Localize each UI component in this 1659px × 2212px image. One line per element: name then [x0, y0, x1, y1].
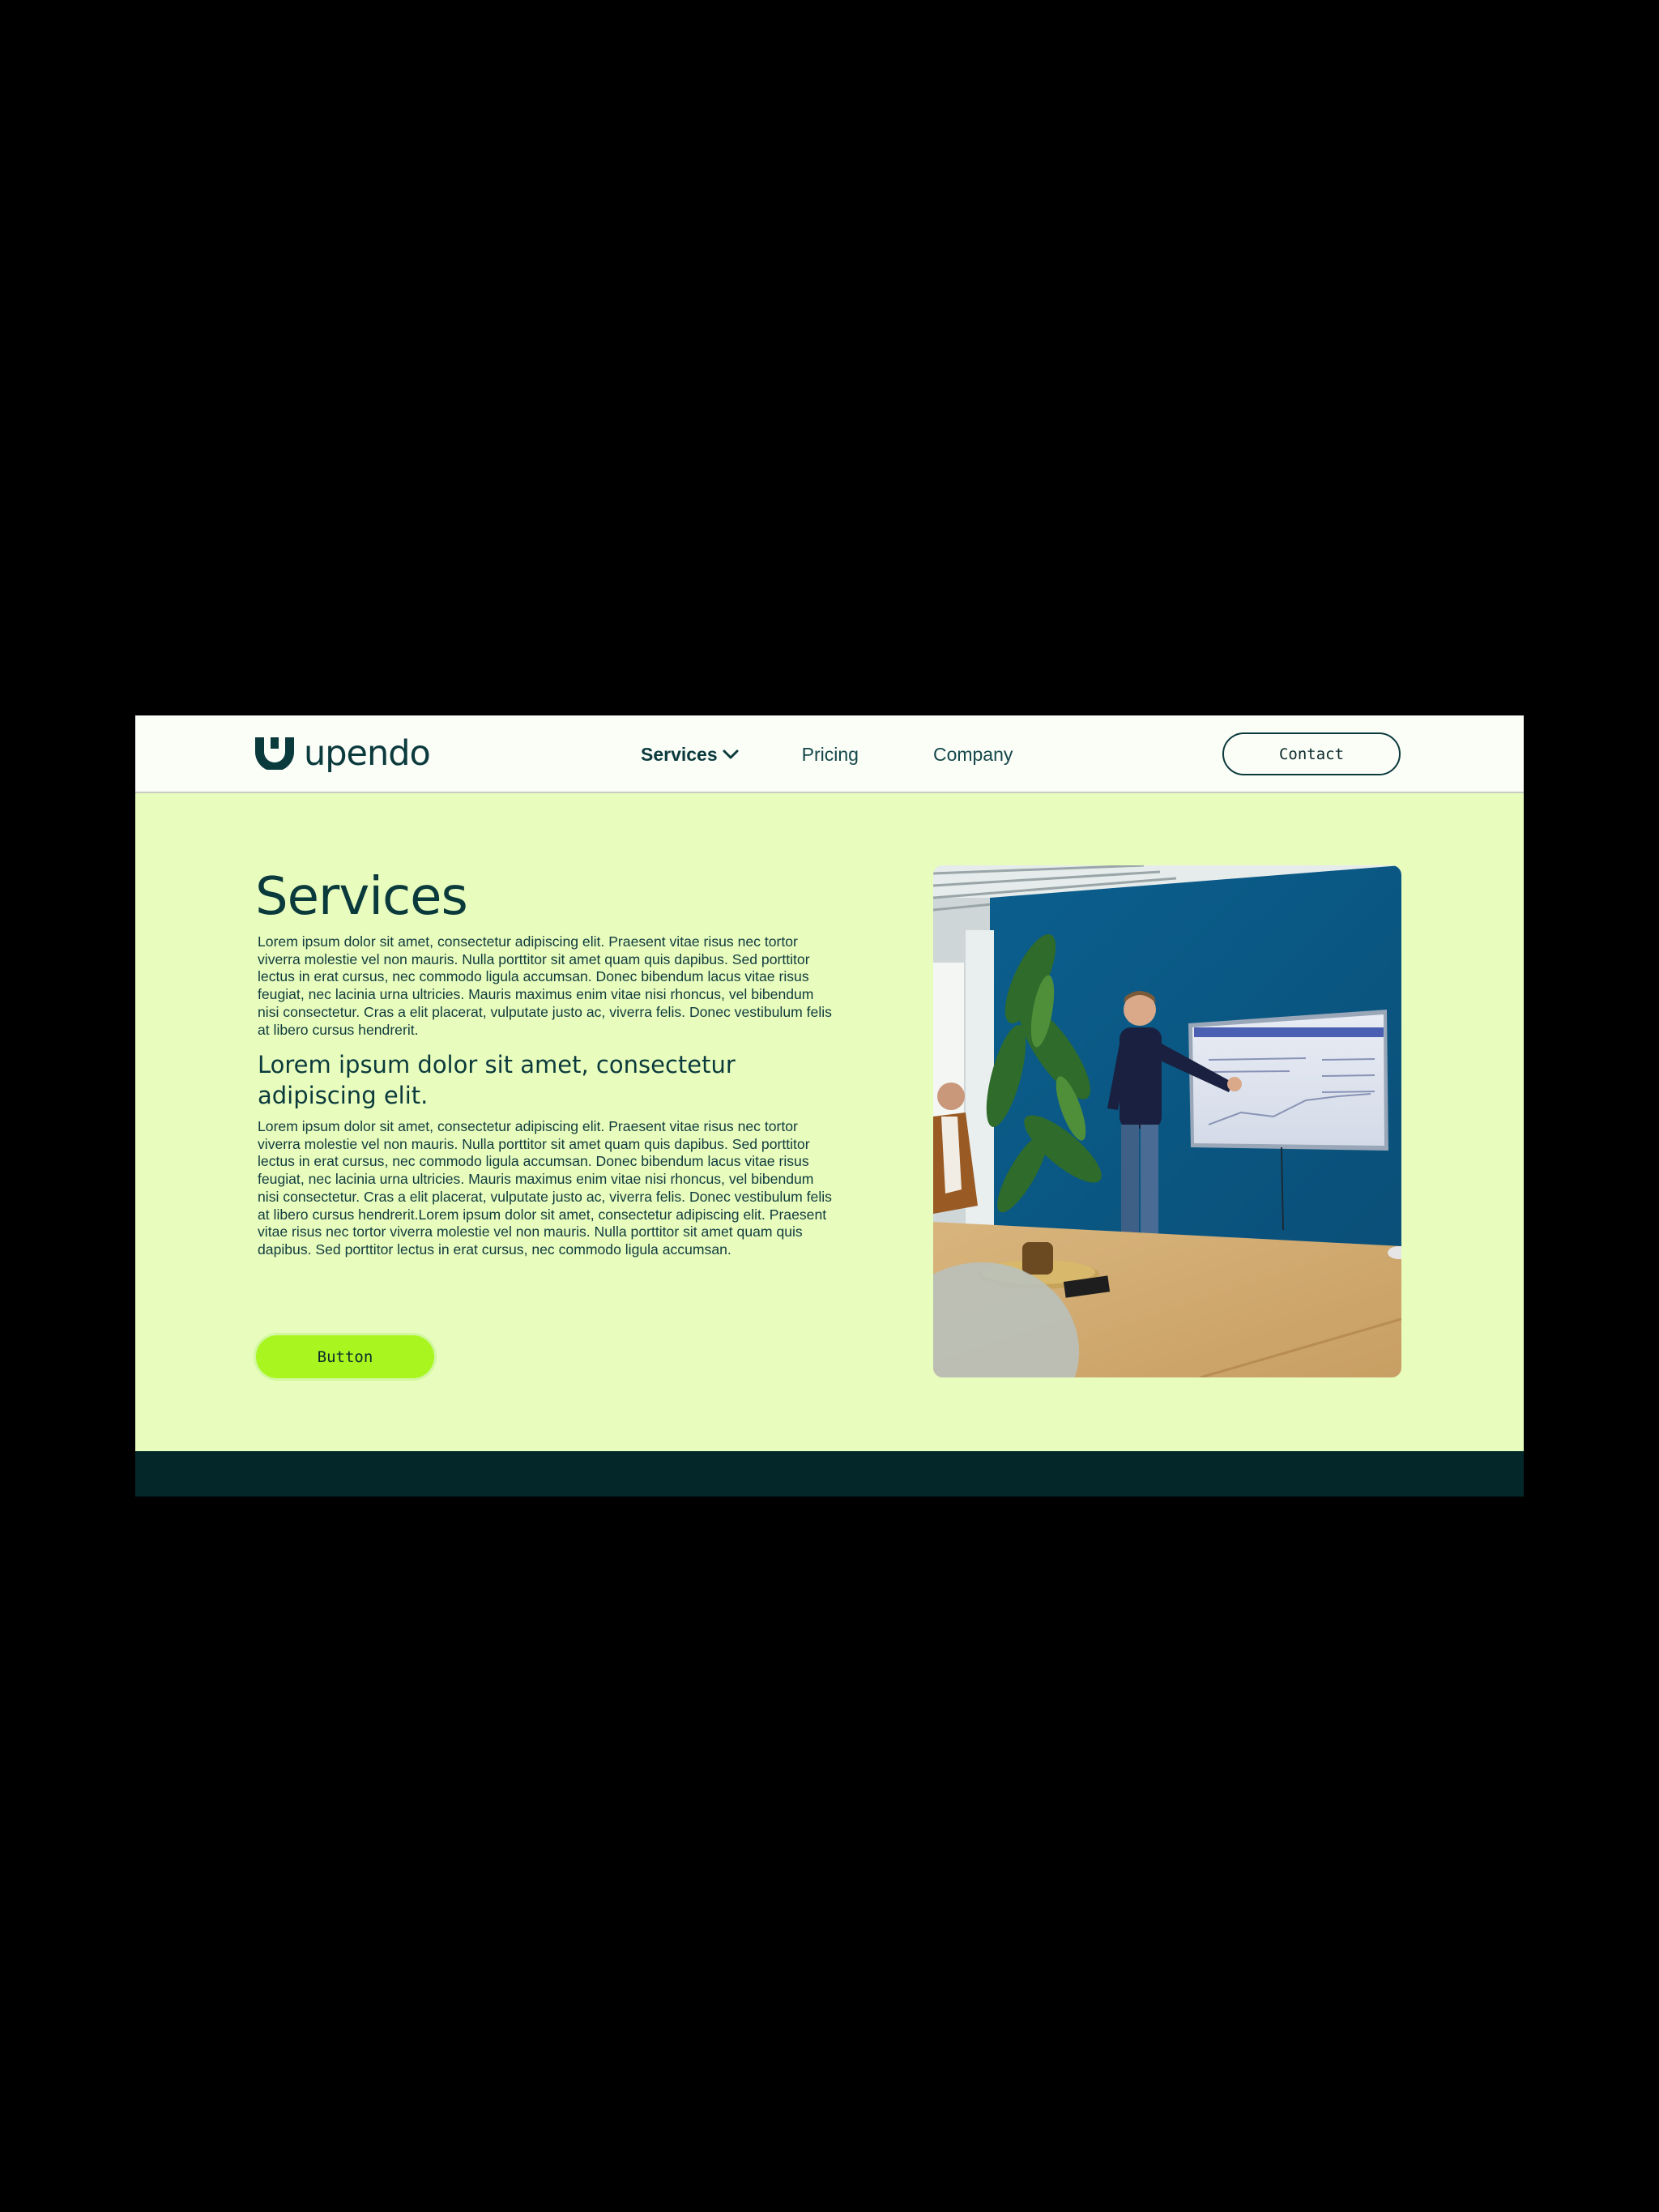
logo-text: upendo [304, 733, 431, 774]
upendo-logo-icon [255, 737, 294, 770]
hero-photo [933, 865, 1401, 1377]
contact-button[interactable]: Contact [1222, 732, 1401, 775]
nav-services-label: Services [641, 743, 718, 765]
primary-button[interactable]: Button [256, 1335, 434, 1378]
section-subheading: Lorem ipsum dolor sit amet, consectetur … [258, 1051, 736, 1109]
services-section: Services Lorem ipsum dolor sit amet, con… [135, 793, 1524, 1451]
chevron-down-icon [723, 749, 739, 759]
meeting-room-photo [933, 865, 1401, 1377]
nav-pricing[interactable]: Pricing [802, 744, 859, 766]
body-paragraph: Lorem ipsum dolor sit amet, consectetur … [258, 1118, 832, 1258]
page-title: Services [255, 867, 468, 927]
page-frame: upendo Services Pricing Company Contact … [135, 715, 1524, 1497]
nav-company[interactable]: Company [933, 744, 1013, 766]
site-header: upendo Services Pricing Company Contact [135, 715, 1524, 793]
footer-band [135, 1451, 1524, 1497]
nav-company-label: Company [932, 743, 1013, 765]
intro-paragraph: Lorem ipsum dolor sit amet, consectetur … [258, 933, 832, 1038]
nav-pricing-label: Pricing [801, 743, 859, 765]
main-nav: Services Pricing Company [641, 715, 1013, 793]
logo[interactable]: upendo [255, 733, 431, 774]
nav-services[interactable]: Services [641, 744, 739, 766]
